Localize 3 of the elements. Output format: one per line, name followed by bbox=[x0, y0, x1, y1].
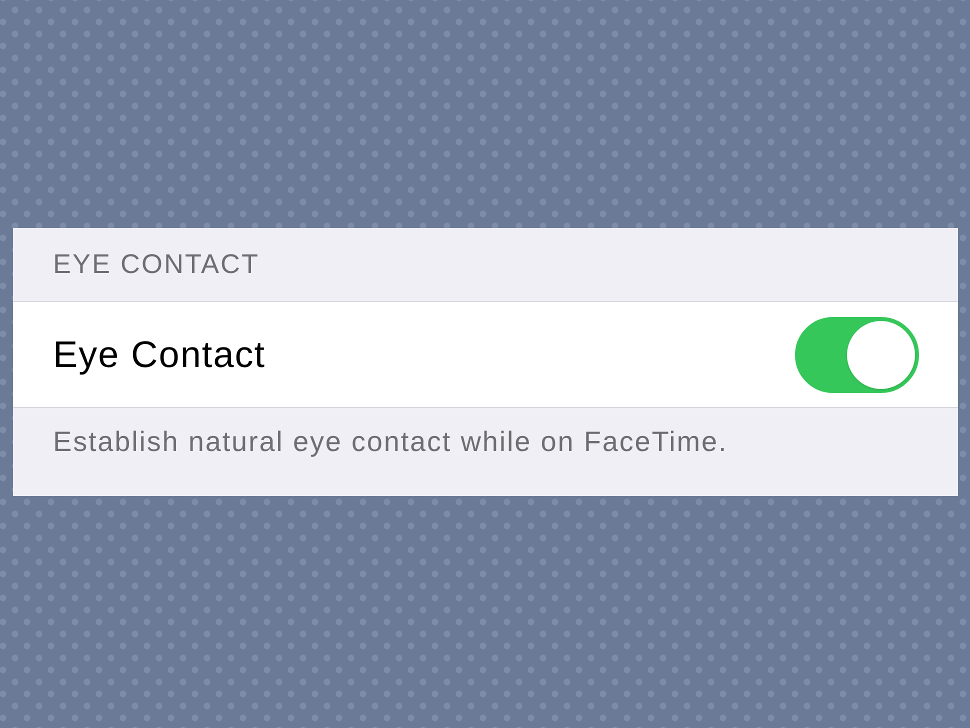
setting-label: Eye Contact bbox=[53, 334, 266, 376]
section-footer-text: Establish natural eye contact while on FaceTime. bbox=[53, 426, 728, 457]
section-header: EYE CONTACT bbox=[53, 249, 260, 280]
